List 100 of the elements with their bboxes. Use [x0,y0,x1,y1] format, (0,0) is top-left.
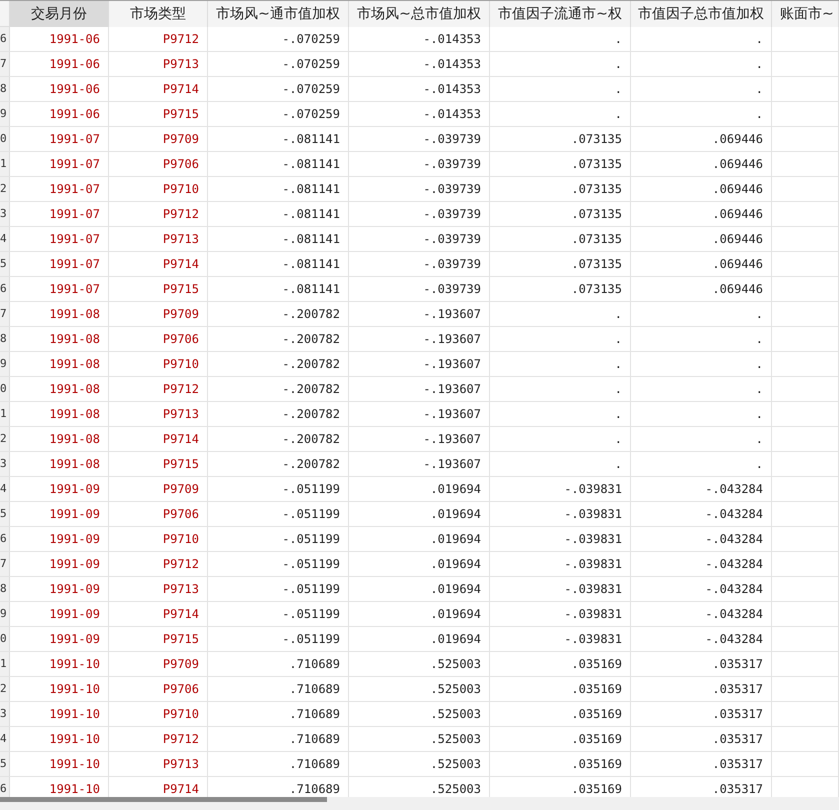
table-cell-text: -.051199 [282,631,340,648]
table-cell-text: 1991-08 [49,381,100,398]
table-cell-text: .069446 [712,281,763,298]
table-cell-text: -.039831 [564,481,622,498]
table-cell-text: .073135 [571,231,622,248]
column-header[interactable]: 市场类型 [109,1,208,27]
table-cell-text: P9706 [162,506,199,523]
table-cell-text: -.081141 [282,281,340,298]
table-cell-text: P9713 [162,756,199,773]
table-cell-text: -.043284 [705,581,763,598]
table-cell-text: .069446 [712,256,763,273]
row-number: 6 [0,280,7,297]
table-cell-text: .710689 [289,706,340,723]
table-cell-text: .019694 [430,531,481,548]
table-cell-text: P9712 [162,731,199,748]
table-cell-text: . [756,431,763,448]
table-cell-text: . [756,31,763,48]
row-number: 9 [0,106,7,122]
column-header[interactable]: 市值因子流通市~权 [490,1,631,27]
row-number: 5 [0,756,7,772]
table-cell-text: -.039831 [564,606,622,623]
row-number: 8 [0,330,7,347]
table-cell-text: .710689 [289,731,340,748]
table-cell-text: .019694 [430,506,481,523]
table-cell-text: .035317 [712,781,763,797]
table-cell-text: P9712 [162,31,199,48]
table-cell-text: -.200782 [282,331,340,348]
table-cell-text: .525003 [430,781,481,797]
table-cell-text: 1991-07 [49,231,100,248]
table-cell-text: .073135 [571,256,622,273]
row-number: 6 [0,780,7,797]
table-cell-text: P9709 [162,306,199,323]
table-cell-text: -.039739 [423,181,481,198]
table-cell-text: P9710 [162,356,199,373]
table-cell-text: P9715 [162,106,199,123]
table-cell-text: P9714 [162,256,199,273]
table-cell-text: 1991-09 [49,481,100,498]
table-cell-text: -.200782 [282,406,340,423]
row-number: 8 [0,80,7,97]
table-cell-text: 1991-09 [49,531,100,548]
table-cell-text: .525003 [430,756,481,773]
row-number: 0 [0,380,7,397]
table-cell-text: -.051199 [282,581,340,598]
table-cell-text: .069446 [712,156,763,173]
table-cell-text: .710689 [289,756,340,773]
table-cell-text: P9706 [162,156,199,173]
row-number: 6 [0,30,7,47]
table-cell-text: -.039739 [423,156,481,173]
row-number: 0 [0,630,7,647]
table-cell-text: .035169 [571,756,622,773]
table-cell-text: .035169 [571,656,622,673]
table-cell-text: . [614,356,622,373]
column-header[interactable]: 账面市~ [772,1,839,27]
table-cell-text: P9712 [162,206,199,223]
table-cell-text: . [614,406,622,423]
column-header[interactable]: 交易月份 [10,1,109,27]
table-cell-text: . [756,331,763,348]
table-cell-text: -.193607 [423,431,481,448]
table-cell-text: P9713 [162,56,199,73]
table-cell-text: -.014353 [423,56,481,73]
table-cell-text: .035317 [712,656,763,673]
table-cell-text: 1991-06 [49,31,100,48]
table-cell-text: .710689 [289,781,340,797]
table-cell-text: -.081141 [282,131,340,148]
table-cell-text: 1991-08 [49,431,100,448]
table-cell-text: .035169 [571,706,622,723]
column-header[interactable]: 市场风~通市值加权 [208,1,349,27]
table-cell-text: .019694 [430,556,481,573]
table-cell-text: P9715 [162,631,199,648]
table-cell-text: -.039831 [564,581,622,598]
table-cell-text: .073135 [571,131,622,148]
table-cell-text: . [614,431,622,448]
table-cell-text: .035317 [712,706,763,723]
table-cell-text: -.051199 [282,606,340,623]
scrollbar-thumb[interactable] [0,797,327,802]
table-cell-text: -.039739 [423,231,481,248]
table-cell-text: 1991-07 [49,156,100,173]
table-cell-text: .525003 [430,731,481,748]
column-header[interactable]: 市场风~总市值加权 [349,1,490,27]
table-cell-text: -.014353 [423,81,481,98]
table-cell-text: 1991-07 [49,131,100,148]
column-header[interactable]: 市值因子总市值加权 [631,1,772,27]
row-number: 2 [0,430,7,447]
table-cell-text: -.070259 [282,56,340,73]
row-number: 3 [0,706,7,722]
table-cell-text: -.051199 [282,481,340,498]
table-cell-text: -.043284 [705,531,763,548]
table-cell-text: P9712 [162,556,199,573]
table-cell-text: -.039831 [564,556,622,573]
table-cell-text: 1991-06 [49,106,100,123]
table-cell-text: P9706 [162,681,199,698]
table-cell-text: -.200782 [282,431,340,448]
table-cell-text: 1991-08 [49,456,100,473]
table-cell-text: -.039739 [423,256,481,273]
table-cell-text: -.043284 [705,556,763,573]
table-cell-text: -.081141 [282,156,340,173]
row-number: 8 [0,580,7,597]
table-cell-text: -.051199 [282,506,340,523]
table-cell-text: P9714 [162,781,199,797]
table-cell-text: .035169 [571,681,622,698]
